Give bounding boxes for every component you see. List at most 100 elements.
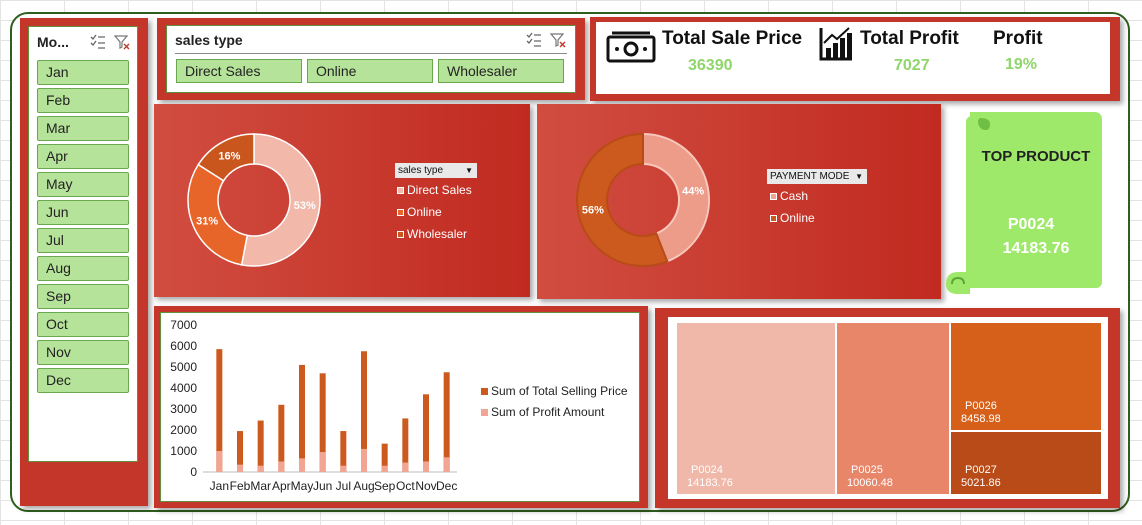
y-tick-label: 0 [190,465,197,479]
x-tick-label: Dec [436,479,457,493]
month-button-aug[interactable]: Aug [37,256,129,281]
treemap-cell-p0025[interactable]: P0025 10060.48 [836,322,950,495]
bar-profit-amount[interactable] [340,465,347,472]
month-list: Jan Feb Mar Apr May Jun Jul Aug Sep Oct Nov Dec [29,60,137,393]
total-sale-price-value: 36390 [688,57,733,74]
month-button-dec[interactable]: Dec [37,368,129,393]
bar-total-selling-price[interactable] [257,420,264,472]
sales-type-legend-filter[interactable]: sales type ▼ [395,163,477,178]
donut-data-label: 56% [582,205,604,217]
month-button-nov[interactable]: Nov [37,340,129,365]
kpi-panel: Total Sale Price 36390 Total Profit 7027… [596,22,1110,94]
legend-label: Cash [780,189,809,203]
x-tick-label: Jul [336,479,351,493]
clear-filter-icon[interactable] [113,33,131,51]
bar-profit-amount[interactable] [319,452,326,472]
month-button-may[interactable]: May [37,172,129,197]
month-button-jun[interactable]: Jun [37,200,129,225]
x-tick-label: May [291,479,314,493]
sales-type-button-wholesaler[interactable]: Wholesaler [438,59,564,83]
treemap-label: P0027 5021.86 [961,464,1001,490]
legend-label: Online [780,211,815,225]
monthly-bar-chart: 0 1000 2000 3000 4000 5000 6000 7000 Jan Feb Mar Ap… [170,318,628,493]
bar-profit-amount[interactable] [402,462,409,472]
top-product-value: 14183.76 [1002,240,1070,257]
legend-swatch [397,186,404,194]
y-tick-label: 5000 [170,360,197,374]
treemap-product-name: P0026 [965,400,997,412]
legend-item[interactable]: Direct Sales [397,183,472,197]
x-tick-label: Mar [250,479,271,493]
bar-profit-amount[interactable] [443,457,450,472]
clear-filter-icon[interactable] [549,31,567,49]
bar-profit-amount[interactable] [361,448,367,472]
y-tick-label: 4000 [170,381,197,395]
month-button-sep[interactable]: Sep [37,284,129,309]
legend-item[interactable]: Wholesaler [397,227,467,241]
bar-profit-amount[interactable] [381,465,388,472]
treemap-cell-p0027[interactable]: P0027 5021.86 [950,431,1102,495]
bar-chart-growth-icon [818,26,854,67]
legend-swatch [481,409,488,416]
multi-select-icon[interactable] [89,33,107,51]
legend-swatch [397,208,404,216]
y-tick-label: 1000 [170,444,197,458]
total-profit-label: Total Profit [860,28,959,49]
bar-profit-amount[interactable] [216,451,223,472]
bar-profit-amount[interactable] [257,465,264,472]
month-button-apr[interactable]: Apr [37,144,129,169]
bar-total-selling-price[interactable] [443,372,450,472]
y-tick-label: 6000 [170,339,197,353]
bar-total-selling-price[interactable] [299,364,305,472]
month-slicer: Mo... Jan Feb Mar Apr May Jun Jul Aug Sep Oct Nov D… [28,26,138,462]
bar-profit-amount[interactable] [423,461,429,473]
bar-total-selling-price[interactable] [423,394,429,472]
treemap-label: P0025 10060.48 [847,464,893,490]
treemap-product-value: 8458.98 [961,413,1001,425]
legend-swatch [770,214,777,222]
legend-item[interactable]: Online [397,205,442,219]
legend-item[interactable]: Cash [770,189,808,203]
month-slicer-header: Mo... [29,27,137,57]
treemap-cell-p0024[interactable]: P0024 14183.76 [676,322,836,495]
sales-type-slicer: sales type Direct Sales Online Wholesaler [166,25,576,93]
bar-profit-amount[interactable] [299,458,305,472]
month-button-mar[interactable]: Mar [37,116,129,141]
bar-profit-amount[interactable] [237,464,243,472]
legend-label: Online [407,205,442,219]
treemap-product-name: P0024 [691,464,723,476]
multi-select-icon[interactable] [525,31,543,49]
sales-type-button-online[interactable]: Online [307,59,433,83]
donut-data-label: 44% [682,185,704,197]
product-treemap: P0024 14183.76 P0025 10060.48 P0026 8458.98 P0… [668,317,1108,499]
bar-profit-amount[interactable] [278,461,285,473]
legend-swatch [770,192,777,200]
month-button-feb[interactable]: Feb [37,88,129,113]
payment-mode-legend-filter-label: PAYMENT MODE [770,171,850,182]
month-button-jul[interactable]: Jul [37,228,129,253]
monthly-bar-chart-panel: 0 1000 2000 3000 4000 5000 6000 7000 Jan Feb Mar Ap… [160,312,640,502]
sales-type-options: Direct Sales Online Wholesaler [167,54,575,83]
donut-data-label: 16% [218,150,240,162]
treemap-product-name: P0027 [965,464,997,476]
treemap-cell-p0026[interactable]: P0026 8458.98 [950,322,1102,431]
top-product-title: TOP PRODUCT [981,148,1091,165]
y-tick-label: 7000 [170,318,197,332]
sales-type-legend-filter-label: sales type [398,165,444,176]
month-button-oct[interactable]: Oct [37,312,129,337]
x-tick-label: Aug [353,479,374,493]
scroll-shape [946,112,1102,294]
legend-label: Direct Sales [407,183,472,197]
legend-swatch [481,388,488,395]
treemap-label: P0026 8458.98 [961,400,1001,426]
legend-item[interactable]: Online [770,211,815,225]
total-profit-value: 7027 [894,57,930,74]
month-button-jan[interactable]: Jan [37,60,129,85]
dropdown-arrow-icon: ▼ [465,166,473,175]
sales-type-button-direct-sales[interactable]: Direct Sales [176,59,302,83]
x-tick-label: Sep [374,479,396,493]
payment-mode-donut-chart: 44% 56% [576,132,710,267]
payment-mode-legend-filter[interactable]: PAYMENT MODE ▼ [767,169,867,184]
legend-label: Wholesaler [407,227,468,241]
x-tick-label: Apr [272,479,291,493]
